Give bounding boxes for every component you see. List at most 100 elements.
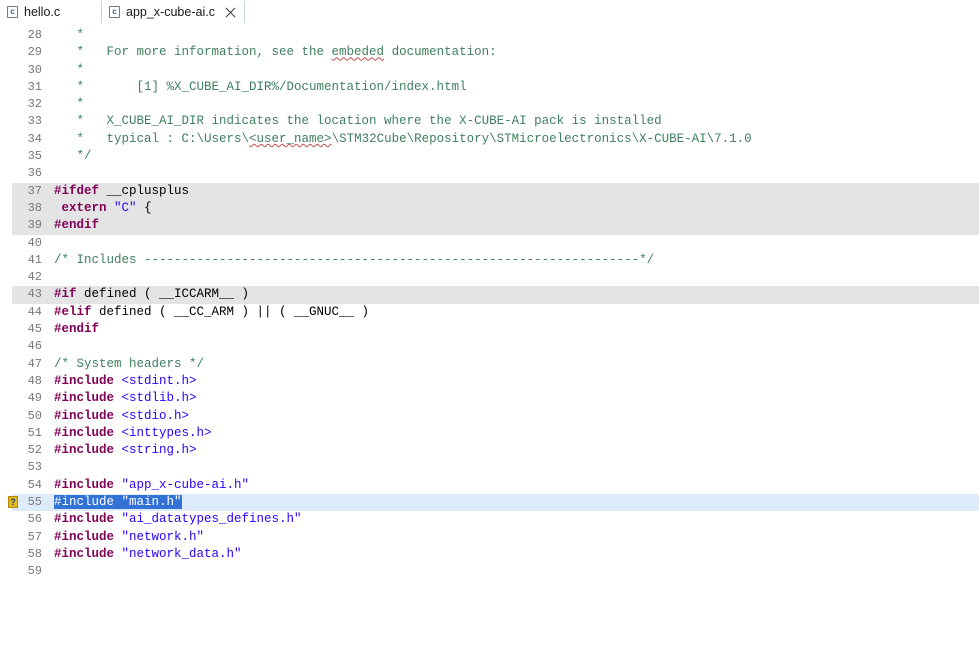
code-line[interactable]: 52 #include <string.h> (12, 442, 979, 459)
line-number: 44 (27, 304, 42, 319)
code-line[interactable]: 50 #include <stdio.h> (12, 408, 979, 425)
line-number: 50 (27, 408, 42, 423)
code-token: defined ( __CC_ARM ) || ( __GNUC__ ) (91, 304, 370, 319)
code-line[interactable]: 29 * For more information, see the embed… (12, 44, 979, 61)
code-line[interactable]: 33 * X_CUBE_AI_DIR indicates the locatio… (12, 113, 979, 130)
code-line[interactable]: 47 /* System headers */ (12, 356, 979, 373)
code-text: #include <stdint.h> (54, 373, 197, 390)
code-token: <inttypes.h> (121, 425, 212, 440)
line-number: 28 (27, 28, 42, 42)
code-text: #include <string.h> (54, 442, 197, 459)
code-token: #elif (54, 304, 92, 319)
code-line[interactable]: 46 (12, 338, 979, 355)
line-number: 49 (27, 391, 42, 406)
code-text: * (54, 96, 85, 113)
code-token: { (136, 200, 152, 215)
code-line[interactable]: 53 (12, 459, 979, 476)
code-token: #include (54, 408, 115, 423)
code-line[interactable]: 48 #include <stdint.h> (12, 373, 979, 390)
code-text: #include "network.h" (54, 529, 204, 546)
line-number: 34 (27, 131, 42, 146)
code-line[interactable]: 44 #elif defined ( __CC_ARM ) || ( __GNUC… (12, 304, 979, 321)
code-text: * typical : C:\Users\<user_name>\STM32Cu… (54, 131, 752, 148)
code-line[interactable]: 43 #if defined ( __ICCARM__ ) (12, 286, 979, 304)
code-line[interactable]: 56 #include "ai_datatypes_defines.h" (12, 511, 979, 528)
code-line[interactable]: 51 #include <inttypes.h> (12, 425, 979, 442)
line-number: 53 (27, 460, 42, 475)
code-line[interactable]: 38 extern "C" { (12, 199, 979, 218)
tab-label: hello.c (24, 5, 61, 19)
line-number: 46 (27, 339, 42, 354)
code-token: "ai_datatypes_defines.h" (121, 512, 302, 527)
code-editor[interactable]: 28 * 29 * For more information, see the e… (0, 24, 979, 671)
code-line[interactable]: 34 * typical : C:\Users\<user_name>\STM3… (12, 131, 979, 148)
code-line[interactable]: 40 (12, 235, 979, 252)
code-token: documentation: (384, 45, 497, 60)
code-token: <stdlib.h> (121, 391, 197, 406)
code-text: #if defined ( __ICCARM__ ) (54, 286, 249, 303)
tab-hello-c[interactable]: c hello.c (0, 0, 101, 24)
line-number: 52 (27, 443, 42, 458)
code-line[interactable]: 31 * [1] %X_CUBE_AI_DIR%/Documentation/i… (12, 79, 979, 96)
tab-app-x-cube-ai-c[interactable]: c app_x-cube-ai.c (101, 0, 245, 24)
code-token: * For more information, see the (54, 45, 332, 60)
code-token: * (54, 62, 85, 77)
line-number: 36 (27, 166, 42, 181)
code-token: #ifdef (54, 183, 100, 198)
line-number: 30 (27, 62, 42, 77)
code-text: #include "ai_datatypes_defines.h" (54, 511, 302, 528)
code-line[interactable]: 57 #include "network.h" (12, 529, 979, 546)
code-token: <string.h> (121, 443, 197, 458)
code-lines: 28 * 29 * For more information, see the e… (8, 27, 979, 581)
close-icon[interactable] (225, 7, 236, 18)
line-number: 39 (27, 218, 42, 233)
code-line[interactable]: 36 (12, 165, 979, 182)
code-line[interactable]: 59 (12, 563, 979, 580)
line-number: 51 (27, 425, 42, 440)
code-text: #include "network_data.h" (54, 546, 242, 563)
code-line[interactable]: 49 #include <stdlib.h> (12, 390, 979, 407)
code-token: "app_x-cube-ai.h" (121, 477, 250, 492)
code-token: <user_name> (249, 131, 332, 146)
code-token: #endif (54, 322, 100, 337)
editor-tab-bar: c hello.c c app_x-cube-ai.c (0, 0, 979, 25)
code-line[interactable]: 41 /* Includes --------------------------… (12, 252, 979, 269)
code-text: * For more information, see the embeded … (54, 44, 497, 61)
code-line[interactable]: 35 */ (12, 148, 979, 165)
code-line[interactable]: ? 55 #include "main.h" (8, 494, 979, 512)
code-text: extern "C" { (54, 200, 152, 217)
code-token: #include (54, 546, 115, 561)
code-token: /* Includes ----------------------------… (54, 252, 655, 267)
code-line[interactable]: 45 #endif (12, 321, 979, 338)
code-text: #include "app_x-cube-ai.h" (54, 477, 249, 494)
code-token: #include (54, 477, 115, 492)
line-number: 41 (27, 252, 42, 267)
code-line[interactable]: 42 (12, 269, 979, 286)
code-line[interactable]: 54 #include "app_x-cube-ai.h" (12, 477, 979, 494)
code-text: #include <stdlib.h> (54, 390, 197, 407)
code-line[interactable]: 39 #endif (12, 217, 979, 235)
code-token: __cplusplus (99, 183, 190, 198)
line-number: 38 (27, 200, 42, 215)
code-text: #endif (54, 321, 99, 338)
code-line[interactable]: 30 * (12, 62, 979, 79)
code-token: "network_data.h" (121, 546, 242, 561)
code-line[interactable]: 32 * (12, 96, 979, 113)
line-number: 48 (27, 373, 42, 388)
line-number: 32 (27, 97, 42, 112)
code-token: defined ( __ICCARM__ ) (76, 287, 250, 302)
code-token: */ (54, 149, 92, 164)
warning-marker-icon[interactable]: ? (8, 496, 18, 509)
code-line[interactable]: 58 #include "network_data.h" (12, 546, 979, 563)
code-line[interactable]: 28 * (12, 27, 979, 44)
code-token: #include (54, 529, 115, 544)
code-token: #include "main.h" (54, 495, 182, 510)
code-text: #ifdef __cplusplus (54, 183, 189, 200)
code-line[interactable]: 37 #ifdef __cplusplus (12, 182, 979, 200)
code-token: \STM32Cube\Repository\STMicroelectronics… (331, 131, 752, 146)
